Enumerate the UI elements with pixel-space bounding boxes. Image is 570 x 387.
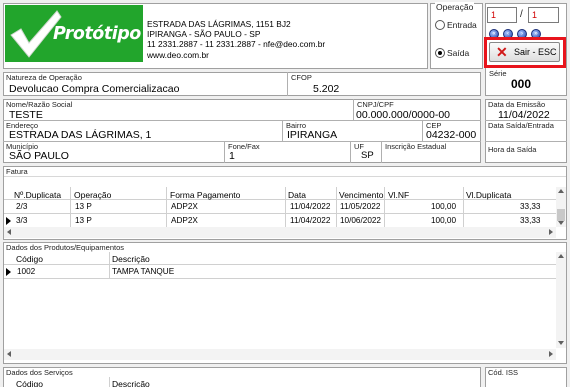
fatura-cell-vlduplicata: 33,33 xyxy=(520,202,541,211)
sair-highlight xyxy=(484,37,566,68)
servicos-col-codigo[interactable]: Código xyxy=(16,379,43,387)
page-separator: / xyxy=(520,9,523,20)
divider xyxy=(350,141,351,163)
fatura-vscrollbar[interactable] xyxy=(556,187,566,227)
fatura-cell-forma: ADP2X xyxy=(171,202,198,211)
fatura-cell-duplicata: 3/3 xyxy=(16,216,28,225)
endereco-value[interactable]: ESTRADA DAS LÁGRIMAS, 1 xyxy=(9,129,151,141)
fatura-cell-operacao: 13 P xyxy=(75,202,92,211)
scroll-thumb[interactable] xyxy=(557,209,565,221)
row-pointer-icon xyxy=(6,268,11,276)
natureza-label: Natureza de Operação xyxy=(6,73,82,82)
fatura-col-vlnf[interactable]: Vl.NF xyxy=(388,190,409,200)
emissao-value[interactable]: 11/04/2022 xyxy=(498,109,550,121)
operacao-label: Operação xyxy=(435,2,475,12)
saida-radio[interactable] xyxy=(435,48,445,58)
scroll-down-icon[interactable] xyxy=(558,341,564,345)
scroll-down-icon[interactable] xyxy=(558,221,564,225)
cfop-value[interactable]: 5.202 xyxy=(313,83,339,95)
hora-saida-label: Hora da Saída xyxy=(488,145,537,154)
fatura-cell-vlnf: 100,00 xyxy=(431,216,457,225)
ie-label: Inscrição Estadual xyxy=(385,142,447,151)
divider xyxy=(224,141,225,163)
serie-value: 000 xyxy=(511,77,532,91)
divider xyxy=(4,176,566,177)
divider xyxy=(422,120,423,141)
row-pointer-icon xyxy=(6,217,11,225)
nome-label: Nome/Razão Social xyxy=(6,100,73,109)
divider xyxy=(381,141,382,163)
page-current-input[interactable]: 1 xyxy=(487,7,517,23)
fatura-cell-forma: ADP2X xyxy=(171,216,198,225)
scroll-left-icon[interactable] xyxy=(7,351,11,357)
produtos-col-descricao[interactable]: Descrição xyxy=(112,254,150,264)
scroll-up-icon[interactable] xyxy=(558,189,564,193)
produtos-panel xyxy=(3,242,567,364)
company-address: ESTRADA DAS LÁGRIMAS, 1151 BJ2 xyxy=(147,19,291,29)
company-website: www.deo.com.br xyxy=(147,50,209,60)
cep-value[interactable]: 04232-000 xyxy=(426,129,476,141)
scroll-right-icon[interactable] xyxy=(549,351,553,357)
logo-wordmark: Protótipo xyxy=(53,24,141,44)
fatura-cell-data: 11/04/2022 xyxy=(290,216,331,225)
fatura-col-duplicata[interactable]: Nº.Duplicata xyxy=(14,190,61,200)
saida-entrada-label: Data Saída/Entrada xyxy=(488,121,554,130)
cod-iss-label: Cód. ISS xyxy=(488,368,519,377)
table-row[interactable]: 1002 TAMPA TANQUE xyxy=(4,265,556,278)
fatura-cell-data: 11/04/2022 xyxy=(290,202,331,211)
cnpj-label: CNPJ/CPF xyxy=(357,100,394,109)
company-contact: 11 2331.2887 - 11 2331.2887 - nfe@deo.co… xyxy=(147,39,326,49)
entrada-label: Entrada xyxy=(447,20,477,30)
produtos-cell-codigo: 1002 xyxy=(17,267,36,276)
divider xyxy=(353,99,354,120)
servicos-panel xyxy=(3,367,481,387)
fatura-cell-vencimento: 11/05/2022 xyxy=(340,202,381,211)
fatura-cell-operacao: 13 P xyxy=(75,216,92,225)
fatura-col-vlduplicata[interactable]: Vl.Duplicata xyxy=(466,190,511,200)
uf-value[interactable]: SP xyxy=(361,150,374,161)
servicos-label: Dados dos Serviços xyxy=(6,368,73,377)
bairro-value[interactable]: IPIRANGA xyxy=(287,129,337,141)
entrada-radio[interactable] xyxy=(435,20,445,30)
grid-line xyxy=(109,377,110,387)
fatura-label: Fatura xyxy=(6,167,28,176)
fone-value[interactable]: 1 xyxy=(229,150,235,162)
divider xyxy=(282,120,283,141)
fatura-col-data[interactable]: Data xyxy=(288,190,306,200)
produtos-label: Dados dos Produtos/Equipamentos xyxy=(6,243,124,252)
fatura-col-vencimento[interactable]: Vencimento xyxy=(339,190,383,200)
fatura-cell-duplicata: 2/3 xyxy=(16,202,28,211)
scroll-up-icon[interactable] xyxy=(558,254,564,258)
table-row[interactable]: 3/3 13 P ADP2X 11/04/2022 10/06/2022 100… xyxy=(4,214,556,227)
company-city: IPIRANGA - SÃO PAULO - SP xyxy=(147,29,261,39)
emissao-label: Data da Emissão xyxy=(488,100,546,109)
fatura-col-forma-pagamento[interactable]: Forma Pagamento xyxy=(170,190,240,200)
produtos-hscrollbar[interactable] xyxy=(4,349,556,360)
fatura-cell-vlnf: 100,00 xyxy=(431,202,457,211)
brand-logo: Protótipo xyxy=(5,5,143,62)
fatura-hscrollbar[interactable] xyxy=(4,227,556,238)
saida-label: Saída xyxy=(447,48,470,58)
operacao-panel xyxy=(430,3,483,69)
produtos-cell-descricao: TAMPA TANQUE xyxy=(112,267,175,276)
fatura-cell-vlduplicata: 33,33 xyxy=(520,216,541,225)
natureza-value[interactable]: Devolucao Compra Comercializacao xyxy=(9,83,179,95)
municipio-value[interactable]: SÃO PAULO xyxy=(9,150,69,162)
cfop-label: CFOP xyxy=(291,73,312,82)
grid-line xyxy=(4,278,556,279)
fatura-cell-vencimento: 10/06/2022 xyxy=(340,216,381,225)
serie-label: Série xyxy=(489,69,507,78)
divider xyxy=(485,141,567,142)
scroll-right-icon[interactable] xyxy=(549,229,553,235)
servicos-col-descricao[interactable]: Descrição xyxy=(112,379,150,387)
divider xyxy=(287,72,288,96)
page-total-input[interactable]: 1 xyxy=(528,7,559,23)
scroll-left-icon[interactable] xyxy=(7,229,11,235)
table-row[interactable]: 2/3 13 P ADP2X 11/04/2022 11/05/2022 100… xyxy=(4,200,556,213)
produtos-col-codigo[interactable]: Código xyxy=(16,254,43,264)
fatura-col-operacao[interactable]: Operação xyxy=(74,190,111,200)
produtos-vscrollbar[interactable] xyxy=(556,252,566,348)
nome-value[interactable]: TESTE xyxy=(9,109,43,121)
cnpj-value[interactable]: 00.000.000/0000-00 xyxy=(356,109,450,121)
